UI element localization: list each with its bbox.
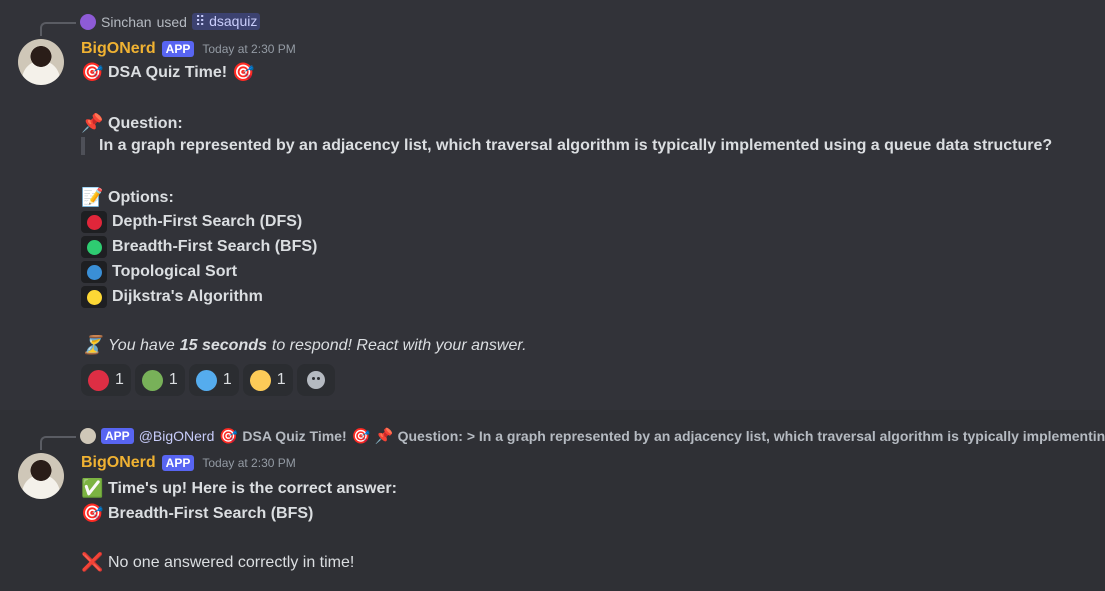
option-dot	[86, 264, 102, 280]
blue-circle-icon	[195, 369, 217, 391]
result-line: ❌ No one answered correctly in time!	[81, 552, 354, 573]
reaction-blue[interactable]: 1	[188, 364, 239, 396]
blue-circle-icon	[81, 261, 107, 283]
reaction-count: 1	[276, 371, 286, 388]
red-circle-icon	[88, 369, 109, 391]
reaction-green[interactable]: 1	[134, 364, 185, 396]
check-mark-icon: ✅	[81, 478, 104, 498]
app-badge: APP	[101, 428, 134, 444]
command-name: dsaquiz	[209, 13, 258, 29]
author-name[interactable]: BigONerd	[81, 454, 156, 472]
option-item: Depth-First Search (DFS)	[81, 211, 302, 233]
option-item: Topological Sort	[81, 261, 237, 283]
question-quote: In a graph represented by an adjacency l…	[81, 137, 1052, 155]
reaction-count: 1	[115, 371, 124, 388]
result-text: No one answered correctly in time!	[108, 553, 355, 571]
option-label: Dijkstra's Algorithm	[112, 288, 263, 305]
correct-answer-line: 🎯 Breadth-First Search (BFS)	[81, 503, 313, 524]
target-icon: 🎯	[351, 428, 371, 445]
target-icon: 🎯	[81, 503, 104, 523]
timer-suffix: to respond! React with your answer.	[271, 336, 527, 354]
option-label: Topological Sort	[112, 263, 238, 280]
target-icon: 🎯	[219, 428, 239, 445]
options-label: Options:	[108, 188, 174, 206]
app-badge: APP	[161, 455, 195, 471]
reaction-bar: 1 1 1 1	[81, 364, 335, 396]
slash-command[interactable]: ⠿ dsaquiz	[191, 13, 261, 30]
message-header: BigONerd APP Today at 2:30 PM	[81, 40, 296, 58]
add-reaction-icon	[306, 371, 325, 389]
add-reaction-button[interactable]	[296, 364, 335, 396]
reply-verb: used	[156, 13, 187, 30]
timestamp[interactable]: Today at 2:30 PM	[202, 42, 295, 56]
reaction-count: 1	[168, 371, 178, 388]
red-circle-icon	[81, 211, 107, 233]
avatar[interactable]	[18, 453, 64, 499]
reply-spine	[40, 436, 76, 450]
reply-title: DSA Quiz Time!	[242, 428, 347, 444]
hourglass-icon: ⏳	[81, 335, 104, 355]
correct-answer: Breadth-First Search (BFS)	[108, 504, 314, 522]
avatar[interactable]	[18, 39, 64, 85]
answer-message: APP @BigONerd 🎯 DSA Quiz Time! 🎯 📌 Quest…	[0, 410, 1105, 591]
reply-context[interactable]: Sinchan used ⠿ dsaquiz	[80, 13, 261, 30]
option-label: Breadth-First Search (BFS)	[112, 238, 318, 255]
green-circle-icon	[141, 369, 163, 391]
timer-line: ⏳ You have 15 seconds to respond! React …	[81, 335, 527, 356]
timer-emphasis: 15 seconds	[179, 336, 267, 354]
question-label-line: 📌 Question:	[81, 113, 183, 134]
app-badge: APP	[161, 41, 195, 57]
quiz-title: DSA Quiz Time!	[108, 63, 228, 81]
reply-spine	[40, 22, 76, 36]
reaction-count: 1	[222, 371, 232, 388]
target-icon: 🎯	[232, 62, 255, 82]
reaction-yellow[interactable]: 1	[242, 364, 293, 396]
memo-icon: 📝	[81, 187, 104, 207]
yellow-circle-icon	[249, 369, 271, 391]
quiz-title-line: 🎯 DSA Quiz Time! 🎯	[81, 62, 255, 83]
message-header: BigONerd APP Today at 2:30 PM	[81, 454, 296, 472]
option-dot	[86, 214, 102, 230]
reply-mention[interactable]: @BigONerd	[139, 428, 215, 444]
option-item: Dijkstra's Algorithm	[81, 286, 263, 308]
options-label-line: 📝 Options:	[81, 187, 174, 208]
author-name[interactable]: BigONerd	[81, 40, 156, 58]
green-circle-icon	[81, 236, 107, 258]
yellow-circle-icon	[81, 286, 107, 308]
pushpin-icon: 📌	[81, 113, 104, 133]
option-label: Depth-First Search (DFS)	[112, 213, 303, 230]
user-avatar-icon	[80, 13, 96, 30]
reply-user[interactable]: Sinchan	[101, 14, 152, 30]
answer-header-line: ✅ Time's up! Here is the correct answer:	[81, 478, 397, 499]
reply-snippet: Question: > In a graph represented by an…	[397, 428, 1105, 444]
target-icon: 🎯	[81, 62, 104, 82]
bot-avatar-icon	[80, 428, 96, 444]
question-text: In a graph represented by an adjacency l…	[99, 137, 1053, 154]
timer-prefix: You have	[108, 336, 175, 354]
pushpin-icon: 📌	[374, 428, 394, 445]
cross-mark-icon: ❌	[81, 552, 104, 572]
reaction-red[interactable]: 1	[81, 364, 131, 396]
reply-context[interactable]: APP @BigONerd 🎯 DSA Quiz Time! 🎯 📌 Quest…	[80, 427, 1105, 445]
quiz-message: Sinchan used ⠿ dsaquiz BigONerd APP Toda…	[0, 0, 1105, 410]
option-dot	[86, 239, 102, 255]
option-dot	[86, 289, 102, 305]
question-label: Question:	[108, 114, 183, 132]
option-item: Breadth-First Search (BFS)	[81, 236, 317, 258]
answer-header: Time's up! Here is the correct answer:	[108, 479, 397, 497]
timestamp[interactable]: Today at 2:30 PM	[202, 456, 295, 470]
